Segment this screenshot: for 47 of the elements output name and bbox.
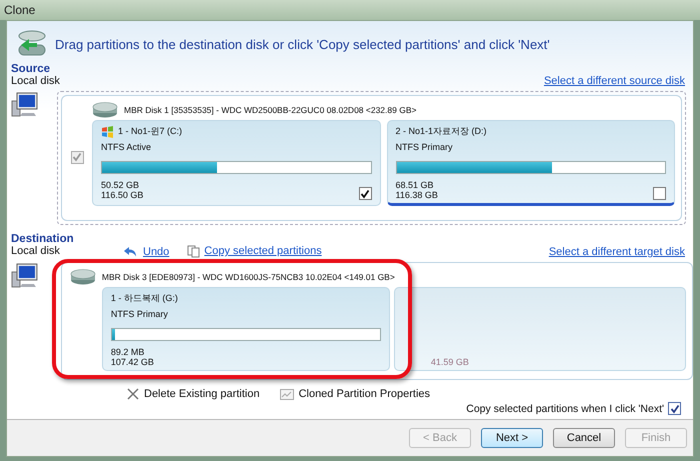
checkbox[interactable] [358, 187, 372, 200]
partition-name: 1 - 하드복제 (G:) [110, 292, 178, 305]
file-system: NTFS Primary [396, 142, 454, 152]
partition-card[interactable]: 1 - 하드복제 (G:) NTFS Primary 89.2 MB 107.42 GB [102, 287, 390, 371]
cross-icon [127, 388, 139, 400]
partition-size: 116.38 GB [396, 190, 438, 200]
file-system: NTFS Primary [110, 309, 169, 319]
partition-name: 1 - No1-윈7 (C:) [118, 125, 182, 138]
partition-card[interactable]: 2 - No1-1자료저장 (D:) NTFS Primary 68.51 GB 116.38 GB [386, 120, 675, 206]
section-subheading: Local disk [11, 75, 60, 87]
action-label[interactable]: Cloned Partition Properties [298, 388, 430, 400]
partition-name: 2 - No1-1자료저장 (D:) [396, 125, 487, 138]
computer-icon [11, 262, 39, 288]
undo-link[interactable]: Undo [123, 246, 170, 258]
computer-icon [11, 91, 39, 117]
section-subheading: Local disk [11, 245, 61, 258]
select-target-link[interactable]: Select a different target disk [548, 246, 685, 258]
wizard-button[interactable]: Cancel [553, 428, 615, 448]
unallocated-space[interactable]: 41.59 GB [394, 287, 686, 371]
disk-checkbox[interactable] [70, 150, 84, 164]
disk-icon [92, 102, 118, 118]
partition-size: 107.42 GB [110, 357, 154, 367]
partition-size: 41.59 GB [430, 357, 470, 367]
properties-icon [280, 388, 294, 400]
section-heading: Source [11, 63, 51, 75]
disk-icon [70, 269, 96, 285]
file-system: NTFS Active [101, 142, 152, 152]
windows-icon [101, 126, 114, 138]
action-label[interactable]: Delete Existing partition [144, 388, 260, 400]
partition-size: 116.50 GB [101, 190, 144, 200]
copy-partitions-link[interactable]: Copy selected partitions [187, 245, 322, 258]
used-size: 50.52 GB [101, 180, 140, 190]
used-size: 89.2 MB [110, 347, 146, 357]
instruction-text: Drag partitions to the destination disk or click 'Copy selected partitions' and click 'Next' [55, 36, 550, 52]
disk-label: MBR Disk 3 [EDE80973] - WDC WD1600JS-75NCB3 10.02E04 <149.01 GB> [102, 272, 395, 282]
wizard-button[interactable]: Next > [481, 428, 543, 448]
window-title: Clone [4, 3, 36, 17]
copy-icon [187, 245, 200, 258]
select-source-link[interactable]: Select a different source disk [544, 75, 685, 87]
copy-on-next-label: Copy selected partitions when I click 'Next' [466, 402, 664, 414]
section-heading: Destination [11, 233, 75, 245]
checkbox[interactable] [653, 187, 666, 200]
disk-label: MBR Disk 1 [35353535] - WDC WD2500BB-22GUC0 08.02D08 <232.89 GB> [124, 105, 416, 115]
partition-card[interactable]: 1 - No1-윈7 (C:) NTFS Active 50.52 GB 116.50 GB [92, 120, 380, 206]
undo-icon [123, 246, 137, 256]
copy-on-next-checkbox[interactable] [668, 402, 681, 415]
used-size: 68.51 GB [396, 180, 435, 190]
